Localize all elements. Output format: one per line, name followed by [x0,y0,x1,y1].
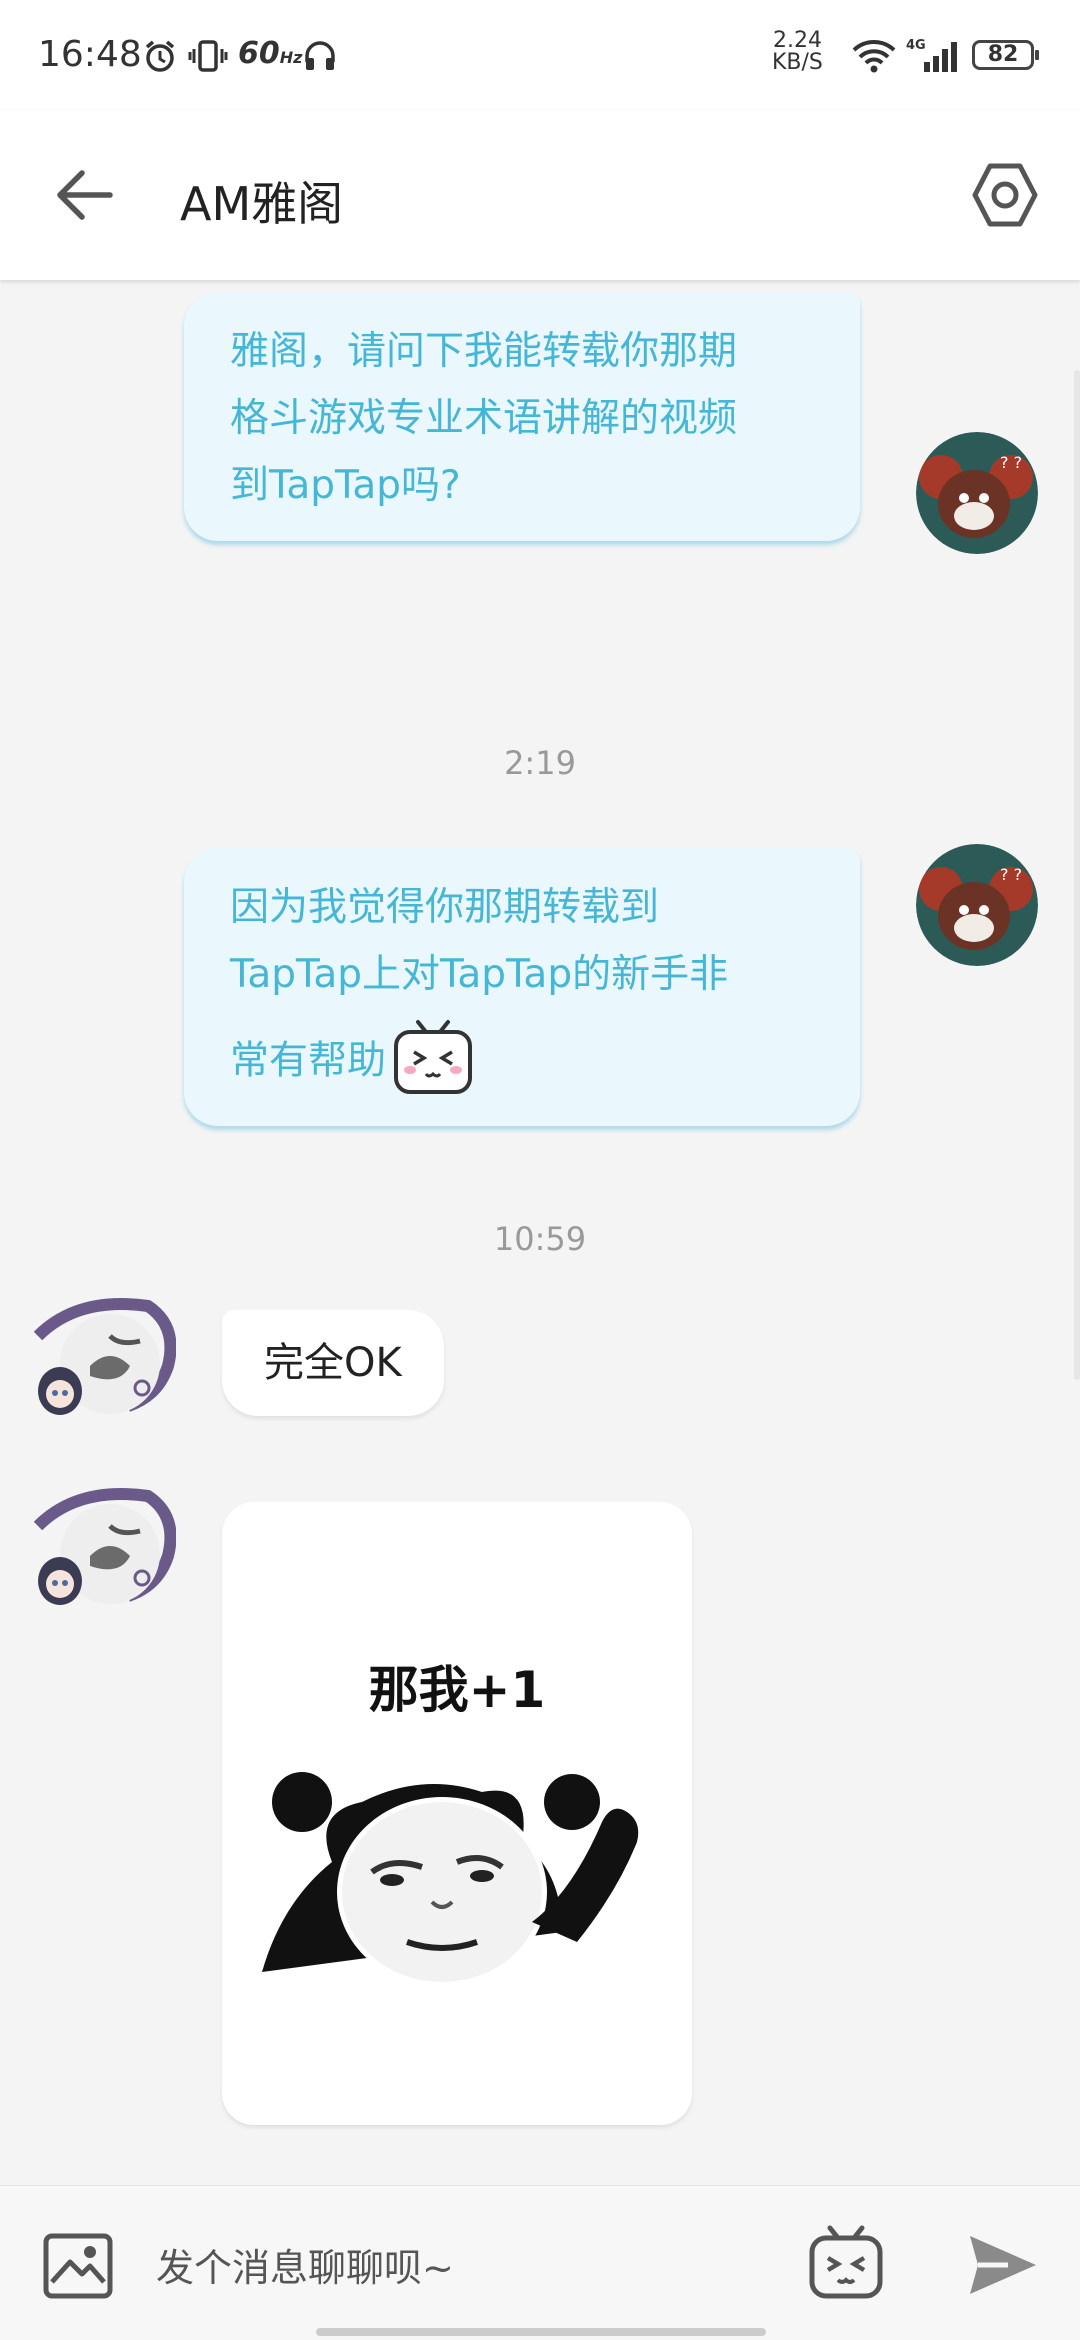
emoji-button[interactable] [808,2222,884,2302]
user-avatar-image: ? ? [916,432,1038,554]
svg-text:? ?: ? ? [1000,453,1022,472]
outgoing-message-bubble[interactable]: 雅阁，请问下我能转载你那期 格斗游戏专业术语讲解的视频 到TapTap吗? [184,292,860,541]
message-line-text: 常有帮助 [230,1038,387,1084]
message-list[interactable]: 2:18 ? ? 雅阁，请问下我能转载你那期 格斗游戏专业术语讲解的视频 到Ta… [0,280,1080,2185]
cellular-signal-icon: 4G [906,36,962,76]
message-timestamp: 10:59 [493,1220,587,1258]
headphones-icon [302,36,338,76]
avatar[interactable]: ? ? [916,844,1038,966]
bilibili-tv-emoji [392,1014,474,1096]
message-line: 格斗游戏专业术语讲解的视频 [230,396,738,441]
svg-text:? ?: ? ? [1000,865,1022,884]
wifi-icon [852,36,896,76]
battery-indicator: 82 [972,40,1039,70]
app-bar: AM雅阁 [0,110,1080,280]
avatar[interactable] [30,1296,176,1426]
message-line: 雅阁，请问下我能转载你那期 [230,329,738,374]
sticker-caption: 那我+1 [368,1661,546,1719]
network-speed: 2.24 KB/S [772,28,823,75]
status-time: 16:48 [38,34,142,75]
arrow-left-icon [57,170,113,220]
image-icon [43,2233,113,2299]
contact-avatar-image [33,1298,176,1415]
avatar[interactable] [30,1486,176,1616]
send-button[interactable] [966,2230,1040,2300]
message-line: 因为我觉得你那期转载到 [230,885,660,930]
avatar[interactable]: ? ? [916,432,1038,554]
message-line: 到TapTap吗? [230,463,461,508]
hexagon-settings-icon [972,163,1038,227]
message-timestamp: 2:19 [504,744,576,782]
vibrate-icon [188,36,228,76]
panda-meme-image [242,1752,672,2006]
alarm-icon [142,36,178,76]
composer-bar [0,2185,1080,2340]
message-input[interactable] [156,2238,776,2298]
back-button[interactable] [50,165,120,225]
image-picker-button[interactable] [42,2230,114,2302]
page-title: AM雅阁 [180,177,344,231]
contact-avatar-image [33,1488,176,1605]
refresh-rate: 60Hz [238,36,303,71]
home-indicator[interactable] [316,2328,766,2336]
send-icon [970,2236,1036,2294]
outgoing-message-bubble[interactable]: 因为我觉得你那期转载到 TapTap上对TapTap的新手非 常有帮助 [184,848,860,1126]
message-line: TapTap上对TapTap的新手非 [230,952,729,997]
bilibili-tv-icon [809,2225,883,2299]
status-bar: 16:48 60Hz 2.24 KB/S 4G 82 [0,0,1080,110]
settings-button[interactable] [970,160,1040,230]
incoming-message-bubble[interactable]: 完全OK [222,1310,444,1416]
user-avatar-image: ? ? [916,844,1038,966]
sticker-message[interactable]: 那我+1 [222,1502,692,2125]
network-type-label: 4G [906,38,926,53]
message-line: 常有帮助 [230,1020,814,1104]
